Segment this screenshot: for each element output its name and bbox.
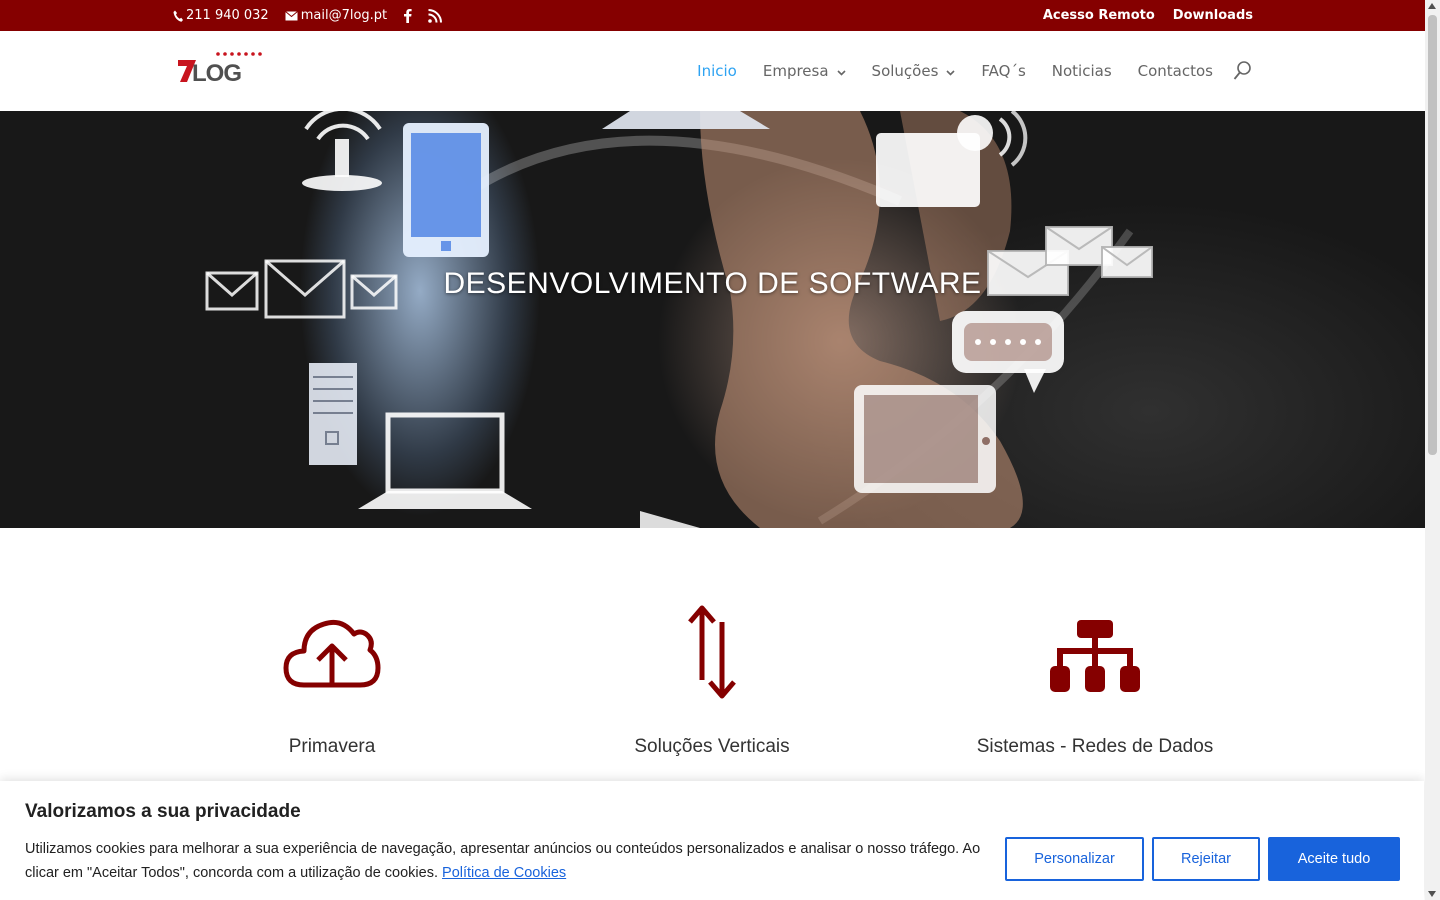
nav-item-faqs[interactable]: FAQ´s xyxy=(981,62,1025,80)
nav-item-solucoes[interactable]: Soluções xyxy=(872,62,956,80)
network-sitemap-icon xyxy=(905,600,1285,704)
scroll-down-arrow-icon[interactable] xyxy=(1428,891,1436,897)
phone-icon xyxy=(173,10,183,22)
nav-label: Soluções xyxy=(871,62,939,80)
envelope-icon xyxy=(284,10,298,21)
main-nav: Inicio Empresa Soluções FAQ´s Noticias C… xyxy=(697,31,1213,111)
site-logo[interactable]: LOG xyxy=(176,51,264,87)
contact-info: 211 940 032 mail@7log.pt xyxy=(173,0,443,31)
chevron-down-icon xyxy=(836,62,846,80)
cookie-consent-banner: Valorizamos a sua privacidade Utilizamos… xyxy=(0,781,1424,900)
rss-icon[interactable] xyxy=(428,8,443,23)
nav-item-inicio[interactable]: Inicio xyxy=(697,62,737,80)
nav-label: Noticias xyxy=(1051,62,1112,80)
cookie-description: Utilizamos cookies para melhorar a sua e… xyxy=(25,837,995,885)
nav-item-empresa[interactable]: Empresa xyxy=(763,62,846,80)
nav-item-noticias[interactable]: Noticias xyxy=(1052,62,1112,80)
phone-number: 211 940 032 xyxy=(186,8,269,23)
facebook-icon[interactable] xyxy=(403,8,412,23)
nav-label: FAQ´s xyxy=(981,62,1026,80)
feature-sistemas-redes[interactable]: Sistemas - Redes de Dados xyxy=(905,600,1285,757)
up-down-arrows-icon xyxy=(522,600,902,704)
remote-access-link[interactable]: Acesso Remoto xyxy=(1043,8,1155,23)
email-contact[interactable]: mail@7log.pt xyxy=(284,8,388,23)
cookie-policy-link[interactable]: Política de Cookies xyxy=(442,865,566,881)
feature-label: Sistemas - Redes de Dados xyxy=(976,736,1214,757)
cookie-title: Valorizamos a sua privacidade xyxy=(25,801,301,822)
cloud-upload-icon xyxy=(142,600,522,694)
nav-label: Inicio xyxy=(697,62,737,80)
nav-item-contactos[interactable]: Contactos xyxy=(1138,62,1213,80)
email-address: mail@7log.pt xyxy=(300,8,388,23)
accept-all-button[interactable]: Aceite tudo xyxy=(1268,837,1400,881)
customize-button[interactable]: Personalizar xyxy=(1005,837,1144,881)
svg-text:LOG: LOG xyxy=(192,60,241,85)
nav-label: Empresa xyxy=(762,62,829,80)
hero-banner: DESENVOLVIMENTO DE SOFTWARE xyxy=(0,111,1425,528)
top-bar: 211 940 032 mail@7log.pt Acesso Remoto D… xyxy=(0,0,1425,31)
nav-label: Contactos xyxy=(1137,62,1213,80)
feature-label: Primavera xyxy=(288,736,376,757)
top-links: Acesso Remoto Downloads xyxy=(1043,0,1253,31)
downloads-link[interactable]: Downloads xyxy=(1173,8,1253,23)
search-icon[interactable] xyxy=(1233,60,1253,82)
hero-background-illustration xyxy=(205,111,1153,528)
feature-label: Soluções Verticais xyxy=(634,736,790,757)
feature-solucoes-verticais[interactable]: Soluções Verticais xyxy=(522,600,902,757)
scrollbar-thumb[interactable] xyxy=(1428,15,1437,455)
site-header: LOG Inicio Empresa Soluções FAQ´s Notici… xyxy=(0,31,1425,111)
chevron-down-icon xyxy=(946,62,955,80)
page-scrollbar[interactable] xyxy=(1425,0,1440,900)
feature-primavera[interactable]: Primavera xyxy=(142,600,522,757)
scroll-up-arrow-icon[interactable] xyxy=(1428,3,1436,9)
reject-button[interactable]: Rejeitar xyxy=(1152,837,1260,881)
hero-title: DESENVOLVIMENTO DE SOFTWARE xyxy=(443,267,982,300)
phone-contact[interactable]: 211 940 032 xyxy=(173,8,269,23)
